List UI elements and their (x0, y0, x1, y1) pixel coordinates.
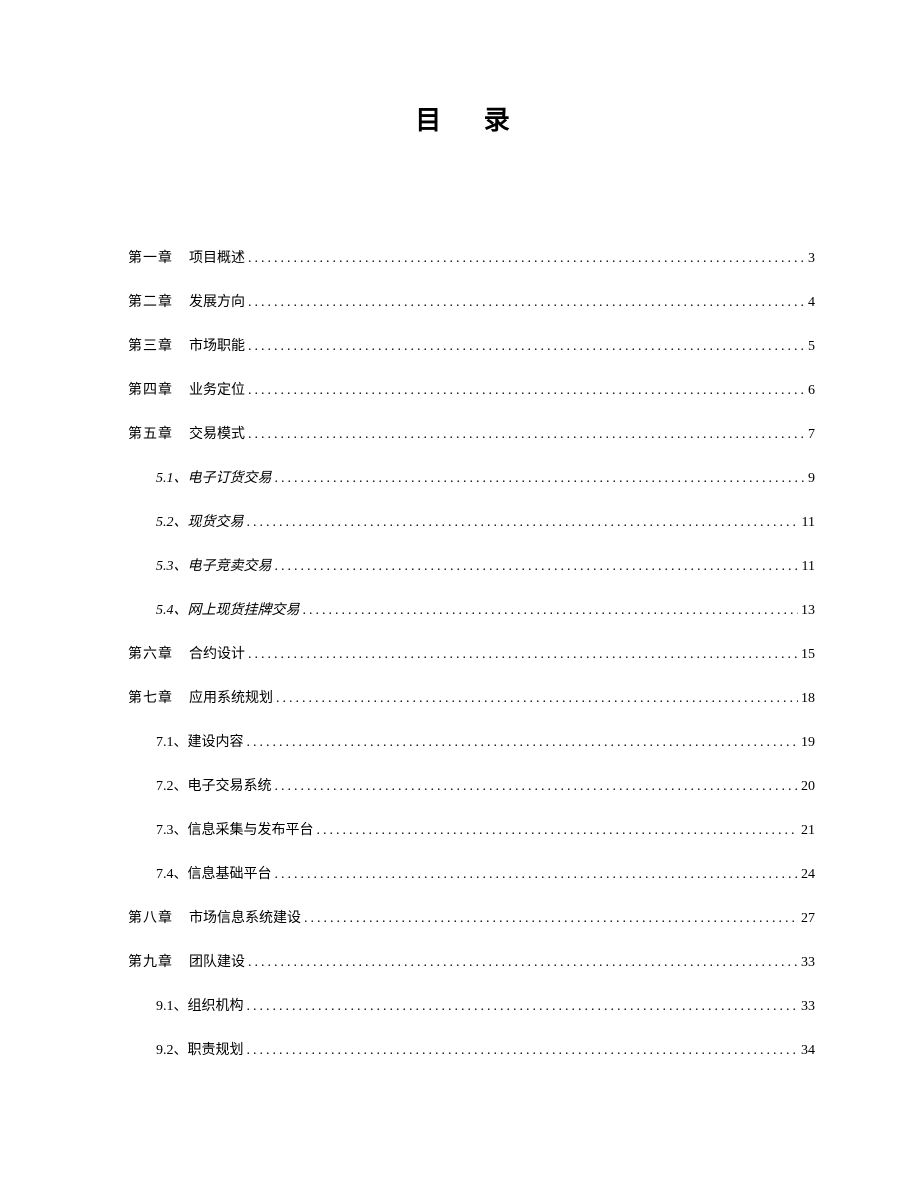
toc-entry-leader-dots: ........................................… (248, 295, 805, 311)
toc-entry-title: 网上现货挂牌交易 (188, 599, 303, 619)
toc-entry-title: 现货交易 (188, 511, 247, 531)
toc-entry-title: 组织机构 (188, 995, 247, 1015)
toc-entry-page: 7 (805, 427, 815, 443)
toc-entry-label: 7.1、 (156, 731, 188, 751)
toc-entry-leader-dots: ........................................… (303, 603, 799, 619)
toc-entry-page: 15 (798, 647, 815, 663)
toc-entry-title: 建设内容 (188, 731, 247, 751)
toc-entry-title: 电子交易系统 (188, 775, 275, 795)
toc-entry-leader-dots: ........................................… (247, 999, 799, 1015)
toc-entry-page: 6 (805, 383, 815, 399)
toc-entry-page: 13 (798, 603, 815, 619)
toc-entry: 7.3、信息采集与发布平台...........................… (156, 819, 815, 839)
toc-entry-title: 项目概述 (189, 247, 248, 267)
toc-entry-title: 应用系统规划 (189, 687, 276, 707)
toc-entry-label: 7.3、 (156, 819, 188, 839)
toc-entry-leader-dots: ........................................… (248, 383, 805, 399)
toc-entry-leader-dots: ........................................… (248, 339, 805, 355)
toc-entry-label: 7.4、 (156, 863, 188, 883)
toc-entry-page: 20 (798, 779, 815, 795)
toc-entry-title: 合约设计 (189, 643, 248, 663)
toc-entry-label: 第七章 (128, 687, 173, 707)
toc-entry-page: 11 (799, 515, 815, 531)
toc-entry-title: 业务定位 (189, 379, 248, 399)
toc-entry-leader-dots: ........................................… (248, 955, 798, 971)
toc-entry-leader-dots: ........................................… (275, 779, 799, 795)
toc-entry-leader-dots: ........................................… (248, 427, 805, 443)
toc-entry-title: 发展方向 (189, 291, 248, 311)
toc-entry-page: 9 (805, 471, 815, 487)
toc-entry: 第五章 交易模式................................… (128, 423, 815, 443)
toc-entry: 第八章 市场信息系统建设............................… (128, 907, 815, 927)
toc-entry: 9.1、组织机构................................… (156, 995, 815, 1015)
toc-entry-page: 21 (798, 823, 815, 839)
toc-entry: 7.4、信息基础平台..............................… (156, 863, 815, 883)
toc-entry-page: 19 (798, 735, 815, 751)
toc-entry: 5.1、电子订货交易..............................… (156, 467, 815, 487)
toc-entry-page: 24 (798, 867, 815, 883)
toc-entry-page: 18 (798, 691, 815, 707)
toc-entry-label: 7.2、 (156, 775, 188, 795)
toc-entry-label: 第四章 (128, 379, 173, 399)
toc-entry-leader-dots: ........................................… (248, 647, 798, 663)
toc-entry-page: 33 (798, 955, 815, 971)
toc-entry-leader-dots: ........................................… (247, 1043, 799, 1059)
toc-list: 第一章 项目概述................................… (128, 247, 815, 1059)
toc-entry-leader-dots: ........................................… (276, 691, 798, 707)
toc-entry-title: 交易模式 (189, 423, 248, 443)
toc-entry: 7.1、建设内容................................… (156, 731, 815, 751)
toc-entry-label: 第二章 (128, 291, 173, 311)
toc-entry-label: 第五章 (128, 423, 173, 443)
toc-entry-title: 市场信息系统建设 (189, 907, 304, 927)
toc-entry: 第七章 应用系统规划..............................… (128, 687, 815, 707)
toc-title: 目 录 (128, 100, 815, 137)
toc-entry-page: 5 (805, 339, 815, 355)
toc-entry-leader-dots: ........................................… (275, 559, 799, 575)
toc-entry-label: 第八章 (128, 907, 173, 927)
toc-entry-title: 信息基础平台 (188, 863, 275, 883)
toc-entry: 第九章 团队建设................................… (128, 951, 815, 971)
toc-entry-leader-dots: ........................................… (248, 251, 805, 267)
toc-entry-page: 34 (798, 1043, 815, 1059)
toc-entry-label: 5.4、 (156, 599, 188, 619)
toc-entry-label: 5.2、 (156, 511, 188, 531)
toc-entry-leader-dots: ........................................… (247, 515, 799, 531)
toc-entry-label: 5.1、 (156, 467, 188, 487)
toc-entry: 5.3、电子竞卖交易..............................… (156, 555, 815, 575)
toc-entry-label: 9.1、 (156, 995, 188, 1015)
toc-entry-leader-dots: ........................................… (275, 867, 799, 883)
toc-entry-page: 4 (805, 295, 815, 311)
toc-entry: 9.2、职责规划................................… (156, 1039, 815, 1059)
toc-entry-label: 第三章 (128, 335, 173, 355)
toc-entry: 7.2、电子交易系统..............................… (156, 775, 815, 795)
toc-entry-page: 33 (798, 999, 815, 1015)
toc-entry: 5.4、网上现货挂牌交易............................… (156, 599, 815, 619)
toc-entry-title: 信息采集与发布平台 (188, 819, 317, 839)
toc-entry-leader-dots: ........................................… (275, 471, 806, 487)
toc-entry: 5.2、现货交易................................… (156, 511, 815, 531)
toc-entry-title: 职责规划 (188, 1039, 247, 1059)
toc-entry-title: 电子订货交易 (188, 467, 275, 487)
toc-entry-page: 27 (798, 911, 815, 927)
toc-entry-label: 第一章 (128, 247, 173, 267)
toc-entry-title: 市场职能 (189, 335, 248, 355)
toc-entry-page: 11 (799, 559, 815, 575)
toc-entry: 第二章 发展方向................................… (128, 291, 815, 311)
toc-entry: 第三章 市场职能................................… (128, 335, 815, 355)
toc-entry-title: 团队建设 (189, 951, 248, 971)
toc-entry-page: 3 (805, 251, 815, 267)
toc-entry-leader-dots: ........................................… (317, 823, 799, 839)
toc-entry-label: 第六章 (128, 643, 173, 663)
toc-entry: 第一章 项目概述................................… (128, 247, 815, 267)
toc-entry-label: 5.3、 (156, 555, 188, 575)
toc-entry-label: 9.2、 (156, 1039, 188, 1059)
toc-entry-leader-dots: ........................................… (247, 735, 799, 751)
toc-entry: 第四章 业务定位................................… (128, 379, 815, 399)
toc-entry: 第六章 合约设计................................… (128, 643, 815, 663)
toc-entry-label: 第九章 (128, 951, 173, 971)
toc-entry-title: 电子竞卖交易 (188, 555, 275, 575)
toc-entry-leader-dots: ........................................… (304, 911, 798, 927)
